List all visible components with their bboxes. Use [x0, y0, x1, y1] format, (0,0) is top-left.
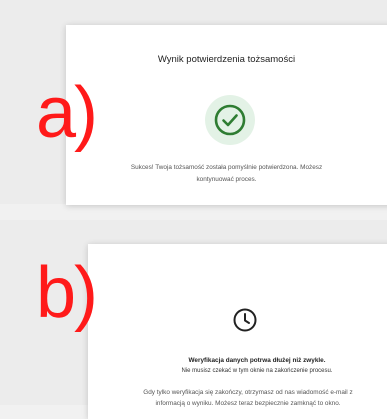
- clock-icon: [233, 308, 257, 332]
- success-message-line-2: kontynuować proces.: [196, 176, 257, 183]
- pending-heading: Weryfikacja danych potrwa dłużej niż zwy…: [188, 357, 326, 364]
- pending-message-line-1: Gdy tylko weryfikacja się zakończy, otrz…: [143, 389, 353, 396]
- pending-subheading: Nie musisz czekać w tym oknie na zakończ…: [181, 368, 333, 374]
- result-title: Wynik potwierdzenia tożsamości: [157, 54, 296, 65]
- identity-result-card: Wynik potwierdzenia tożsamości Sukces! T…: [66, 25, 387, 205]
- success-message: Sukces! Twoja tożsamość została pomyślni…: [66, 162, 387, 186]
- pending-message: Gdy tylko weryfikacja się zakończy, otrz…: [88, 387, 387, 409]
- label-a: a): [36, 73, 98, 153]
- pending-message-line-2: informacją o wyniku. Możesz teraz bezpie…: [155, 400, 341, 407]
- verification-pending-card: Weryfikacja danych potrwa dłużej niż zwy…: [88, 244, 387, 419]
- label-b: b): [36, 253, 98, 333]
- success-message-line-1: Sukces! Twoja tożsamość została pomyślni…: [130, 164, 323, 171]
- check-circle-icon: [214, 104, 246, 136]
- success-badge: [205, 95, 255, 145]
